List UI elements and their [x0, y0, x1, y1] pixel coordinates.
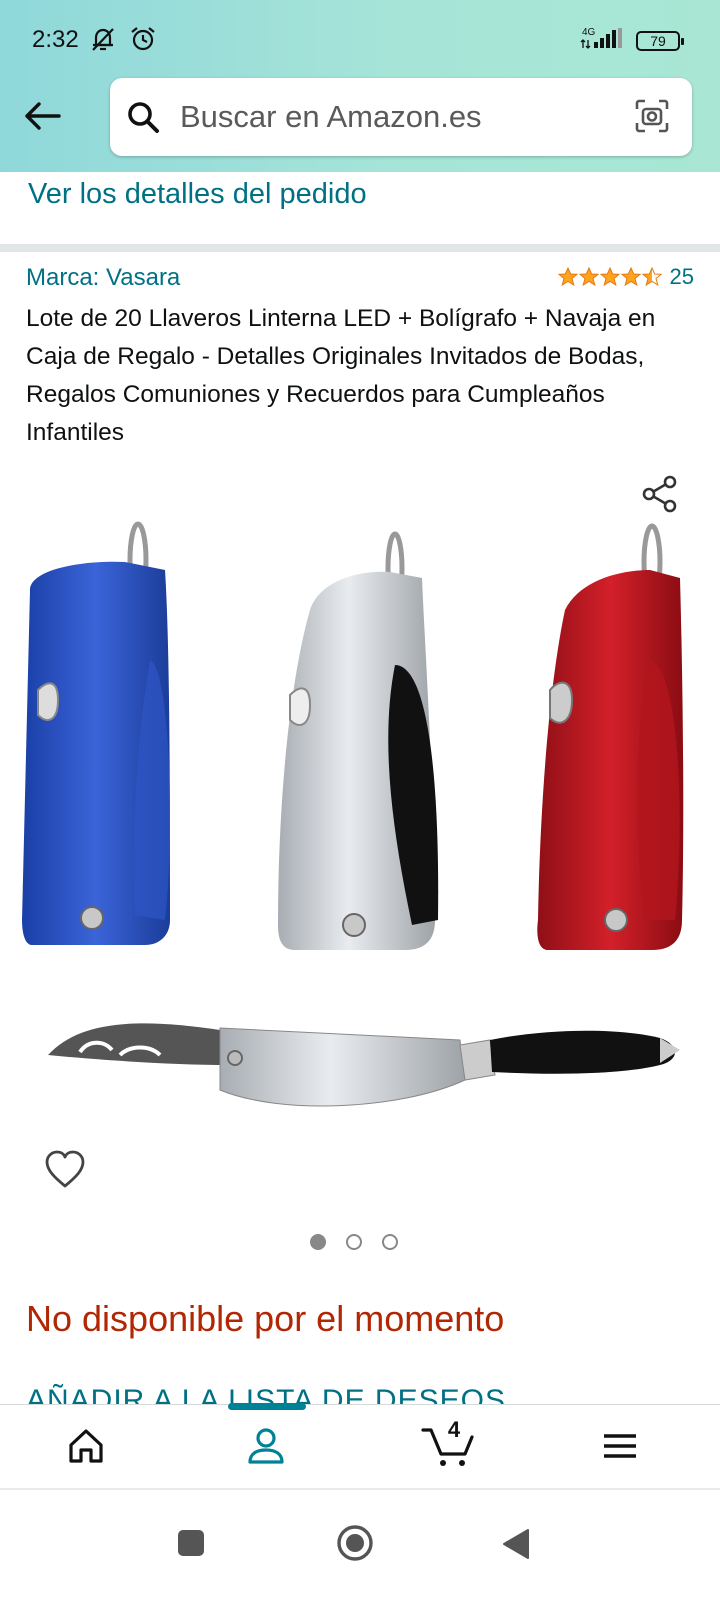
heart-icon[interactable]	[44, 1150, 86, 1195]
star-rating	[558, 267, 662, 287]
signal-icon: 4G	[580, 24, 626, 57]
back-button[interactable]	[20, 94, 64, 138]
battery-indicator: 79	[636, 30, 684, 51]
availability-status: No disponible por el momento	[26, 1298, 505, 1339]
cart-count-badge: 4	[447, 1417, 461, 1442]
carousel-dot-1[interactable]	[310, 1234, 326, 1250]
recent-apps-button[interactable]	[176, 1528, 206, 1563]
section-divider	[0, 244, 720, 252]
order-details-link[interactable]: Ver los detalles del pedido	[28, 178, 367, 211]
menu-icon	[604, 1434, 636, 1458]
red-keychain-knife	[537, 523, 684, 950]
nav-account[interactable]	[236, 1421, 296, 1471]
rating-summary[interactable]: 25	[558, 264, 694, 290]
status-bar: 2:32 4G 79	[0, 0, 720, 80]
back-arrow-icon	[25, 102, 61, 130]
home-system-button[interactable]	[336, 1524, 374, 1567]
alarm-icon	[128, 24, 158, 59]
search-bar[interactable]	[110, 78, 692, 156]
muted-notification-icon	[88, 24, 118, 59]
svg-text:4G: 4G	[582, 27, 596, 38]
user-icon	[248, 1428, 284, 1464]
blue-keychain-knife	[22, 521, 170, 945]
nav-menu[interactable]	[590, 1421, 650, 1471]
system-navigation-bar	[0, 1490, 720, 1600]
add-to-wishlist-link[interactable]: AÑADIR A LA LISTA DE DESEOS	[26, 1384, 706, 1404]
status-icons-left	[88, 24, 158, 59]
app-header: 2:32 4G 79	[0, 0, 720, 172]
bottom-navigation: 4	[0, 1403, 720, 1488]
circle-icon	[337, 1525, 373, 1561]
rating-count: 25	[669, 264, 694, 289]
carousel-dot-2[interactable]	[346, 1234, 362, 1250]
active-tab-indicator	[228, 1403, 306, 1410]
brand-link[interactable]: Marca: Vasara	[26, 264, 180, 292]
product-image[interactable]	[20, 500, 700, 1140]
carousel-dot-3[interactable]	[382, 1234, 398, 1250]
product-title: Lote de 20 Llaveros Linterna LED + Bolíg…	[26, 305, 656, 446]
home-icon	[69, 1429, 103, 1463]
camera-scan-icon[interactable]	[634, 98, 670, 139]
back-system-button[interactable]	[500, 1528, 530, 1565]
search-icon	[126, 100, 162, 141]
square-icon	[178, 1530, 204, 1556]
wishlist-link-container: AÑADIR A LA LISTA DE DESEOS	[26, 1380, 706, 1404]
opened-knife	[48, 1023, 680, 1107]
search-input[interactable]	[180, 96, 600, 138]
status-time: 2:32	[32, 26, 79, 53]
image-carousel-dots	[310, 1234, 398, 1250]
triangle-back-icon	[503, 1529, 529, 1559]
nav-home[interactable]	[56, 1421, 116, 1471]
silver-keychain-knife	[278, 531, 439, 950]
status-icons-right: 4G 79	[580, 24, 684, 57]
